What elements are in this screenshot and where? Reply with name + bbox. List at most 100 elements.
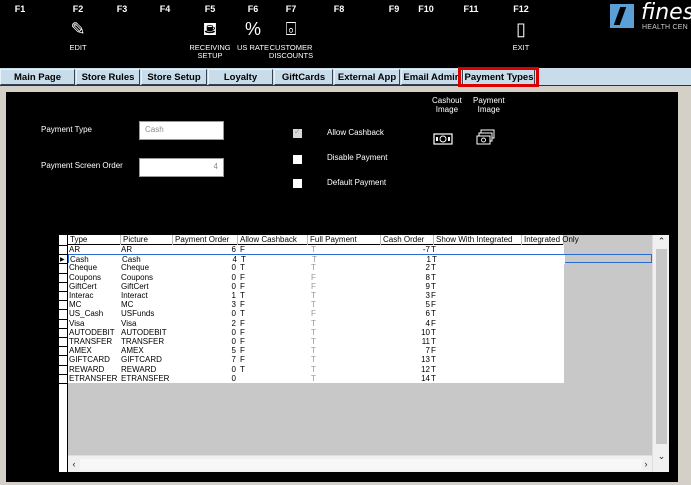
cell-type: Coupons bbox=[69, 272, 102, 282]
table-row[interactable]: GIFTCARD GIFTCARD 7 F T 13 T bbox=[68, 355, 652, 365]
table-row[interactable]: ETRANSFER ETRANSFER 0 T 14 T bbox=[68, 373, 652, 383]
row-indicator-line bbox=[59, 263, 67, 265]
cell-cash-order: 9 bbox=[425, 281, 430, 291]
table-row[interactable]: AR AR 6 F T -7 T bbox=[68, 245, 652, 255]
cell-cash-order: 12 bbox=[421, 364, 430, 374]
vertical-scrollbar[interactable]: ⌃ ⌄ bbox=[652, 235, 669, 472]
cell-picture: Coupons bbox=[121, 272, 154, 282]
column-header[interactable]: Type bbox=[68, 235, 121, 245]
payment-cash-icon[interactable] bbox=[476, 129, 496, 150]
table-row[interactable]: Cheque Cheque 0 T T 2 T bbox=[68, 263, 652, 273]
column-header[interactable]: Show With Integrated bbox=[434, 235, 522, 245]
screen-order-field[interactable]: 4 bbox=[139, 158, 224, 177]
column-header[interactable]: Payment Order bbox=[173, 235, 238, 245]
cell-full: T bbox=[311, 318, 316, 328]
row-indicator-line bbox=[59, 383, 67, 384]
cell-show: T bbox=[431, 337, 436, 346]
default-payment-checkbox[interactable] bbox=[293, 179, 302, 188]
horizontal-scrollbar[interactable]: ‹ › bbox=[68, 455, 652, 472]
scroll-left-icon[interactable]: ‹ bbox=[68, 456, 80, 473]
table-row[interactable]: US_Cash USFunds 0 T F 6 T bbox=[68, 309, 652, 319]
table-row[interactable]: Cash Cash 4 T T 1 T bbox=[68, 254, 652, 265]
current-row-pointer-icon: ▶ bbox=[60, 257, 65, 263]
table-row[interactable]: Interac Interact 1 T T 3 F bbox=[68, 291, 652, 301]
column-header[interactable]: Cash Order bbox=[381, 235, 434, 245]
tab-external-app[interactable]: External App bbox=[334, 69, 400, 85]
column-header[interactable]: Full Payment bbox=[308, 235, 381, 245]
cell-picture: TRANSFER bbox=[121, 337, 165, 346]
cell-picture: Interact bbox=[121, 291, 148, 300]
fkey-f12[interactable]: F12 ▯ EXIT bbox=[493, 0, 549, 68]
payment-image-label: Payment Image bbox=[473, 96, 505, 114]
cell-type: Interac bbox=[69, 291, 94, 300]
table-row[interactable]: GiftCert GiftCert 0 F F 9 T bbox=[68, 281, 652, 291]
disable-payment-checkbox[interactable] bbox=[293, 155, 302, 164]
column-header[interactable]: Allow Cashback bbox=[238, 235, 308, 245]
table-row[interactable]: AMEX AMEX 5 F T 7 F bbox=[68, 346, 652, 356]
tab-email-admin[interactable]: Email Admin bbox=[401, 69, 463, 85]
row-indicator-column: ▶ bbox=[59, 235, 68, 472]
row-indicator-line bbox=[59, 364, 67, 366]
cell-type: Visa bbox=[69, 318, 85, 328]
cell-show: F bbox=[431, 300, 436, 310]
cell-type: AMEX bbox=[69, 346, 92, 356]
fkey-f1[interactable]: F1 bbox=[0, 0, 48, 68]
receiving-icon: ⛾ bbox=[202, 19, 218, 39]
tab-store-setup[interactable]: Store Setup bbox=[141, 69, 207, 85]
payment-types-grid[interactable]: ▶ Type Picture Payment Order Allow Cashback… bbox=[59, 235, 669, 472]
scroll-right-icon[interactable]: › bbox=[640, 456, 652, 473]
tab-loyalty[interactable]: Loyalty bbox=[208, 69, 273, 85]
fkey-f11[interactable]: F11 bbox=[443, 0, 499, 68]
cell-show: F bbox=[431, 291, 436, 300]
cashout-image-label: Cashout Image bbox=[432, 96, 462, 114]
cell-order: 0 bbox=[231, 309, 236, 319]
table-row[interactable]: REWARD REWARD 0 T T 12 T bbox=[68, 364, 652, 374]
cell-order: 0 bbox=[231, 281, 236, 291]
logo-tagline: HEALTH CEN bbox=[642, 24, 688, 31]
column-header[interactable]: Picture bbox=[121, 235, 173, 245]
cell-type: ETRANSFER bbox=[69, 373, 118, 383]
row-indicator-line bbox=[59, 281, 67, 283]
vertical-scroll-thumb[interactable] bbox=[656, 249, 667, 444]
payment-type-field[interactable]: Cash bbox=[139, 121, 224, 140]
cell-picture: ETRANSFER bbox=[121, 373, 170, 383]
table-row[interactable]: AUTODEBIT AUTODEBIT 0 F T 10 T bbox=[68, 327, 652, 337]
table-row[interactable]: Visa Visa 2 F T 4 F bbox=[68, 318, 652, 328]
table-row[interactable]: TRANSFER TRANSFER 0 F T 11 T bbox=[68, 337, 652, 347]
cell-cash-order: -7 bbox=[422, 245, 430, 254]
cell-picture: AUTODEBIT bbox=[121, 327, 167, 337]
cell-cash-order: 11 bbox=[421, 337, 430, 346]
tab-store-rules[interactable]: Store Rules bbox=[76, 69, 140, 85]
cell-cash-order: 2 bbox=[425, 263, 430, 273]
exit-door-icon: ▯ bbox=[516, 19, 526, 39]
tab-giftcards[interactable]: GiftCards bbox=[274, 69, 333, 85]
column-header[interactable]: Integrated Only bbox=[522, 235, 579, 245]
cashout-cash-icon[interactable] bbox=[433, 132, 453, 148]
cell-cashback: F bbox=[240, 355, 245, 365]
fkey-f8[interactable]: F8 bbox=[311, 0, 367, 68]
cell-cash-order: 7 bbox=[425, 346, 430, 356]
scroll-up-icon[interactable]: ⌃ bbox=[653, 235, 670, 247]
tab-main-page[interactable]: Main Page bbox=[0, 69, 75, 85]
cell-order: 5 bbox=[231, 346, 236, 356]
cell-picture: AR bbox=[121, 245, 133, 254]
cell-full: T bbox=[311, 364, 316, 374]
cell-full: T bbox=[311, 355, 316, 365]
table-row[interactable]: MC MC 3 F T 5 F bbox=[68, 300, 652, 310]
active-tab-highlight bbox=[458, 67, 539, 87]
table-row[interactable]: Coupons Coupons 0 F F 8 T bbox=[68, 272, 652, 282]
cell-order: 2 bbox=[231, 318, 236, 328]
row-indicator-line bbox=[59, 245, 67, 246]
cell-picture: Visa bbox=[121, 318, 137, 328]
screen-order-label: Payment Screen Order bbox=[41, 161, 123, 170]
cell-cashback: F bbox=[240, 245, 245, 254]
edit-icon: ✎ bbox=[70, 19, 86, 39]
fkey-code: F11 bbox=[463, 4, 479, 14]
cell-type: GIFTCARD bbox=[69, 355, 110, 365]
cell-cashback: F bbox=[240, 272, 245, 282]
scroll-down-icon[interactable]: ⌄ bbox=[653, 450, 670, 462]
cell-cashback: F bbox=[240, 327, 245, 337]
horizontal-scroll-thumb[interactable] bbox=[80, 459, 642, 470]
cell-cashback: T bbox=[240, 364, 245, 374]
allow-cashback-checkbox[interactable] bbox=[293, 127, 302, 138]
